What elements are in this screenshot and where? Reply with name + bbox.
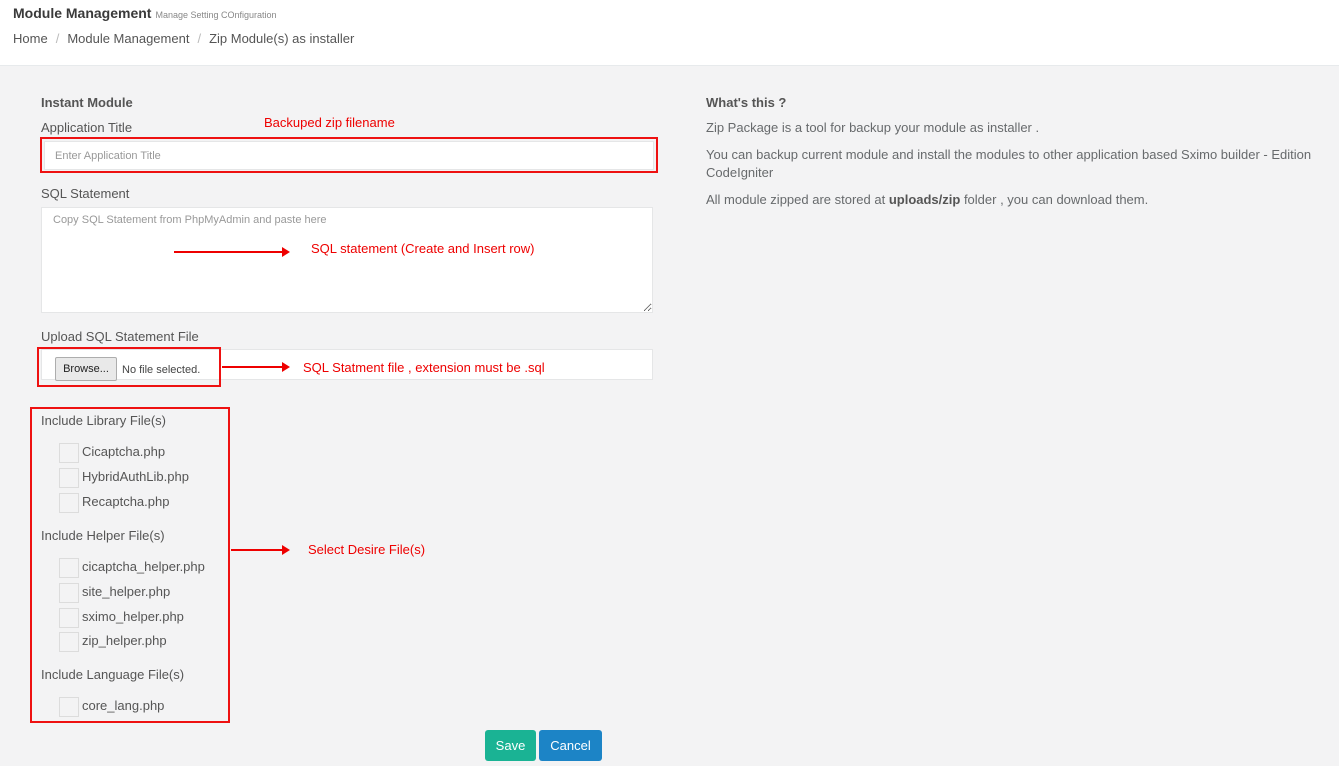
breadcrumb-module-management[interactable]: Module Management: [67, 31, 189, 46]
page-header: Module Management Manage Setting COnfigur…: [0, 0, 1339, 66]
breadcrumb-current: Zip Module(s) as installer: [209, 31, 355, 46]
annotation-zip-filename: Backuped zip filename: [264, 115, 395, 130]
help-paragraph-1: Zip Package is a tool for backup your mo…: [706, 120, 1040, 135]
breadcrumb-home[interactable]: Home: [13, 31, 48, 46]
help-paragraph-3: All module zipped are stored at uploads/…: [706, 191, 1148, 209]
annotation-box-file: [37, 347, 221, 387]
cancel-button[interactable]: Cancel: [539, 730, 602, 761]
form-section-title: Instant Module: [41, 95, 133, 110]
annotation-select-files: Select Desire File(s): [308, 542, 426, 557]
save-button[interactable]: Save: [485, 730, 536, 761]
page-title-text: Module Management: [13, 5, 152, 21]
help-paragraph-2: You can backup current module and instal…: [706, 147, 1312, 180]
breadcrumb-separator: /: [197, 31, 202, 46]
sql-statement-label: SQL Statement: [41, 186, 130, 201]
breadcrumb-separator: /: [55, 31, 60, 46]
help-path: uploads/zip: [888, 192, 961, 207]
help-title: What's this ?: [706, 95, 787, 110]
annotation-sql-file: SQL Statment file , extension must be .s…: [303, 360, 545, 375]
breadcrumb: Home / Module Management / Zip Module(s) as …: [13, 31, 354, 46]
sql-statement-textarea[interactable]: [41, 207, 653, 313]
annotation-arrow-files: [231, 545, 290, 555]
annotation-arrow-sql: [174, 247, 290, 257]
annotation-box-title: [40, 137, 658, 173]
page-title: Module Management Manage Setting COnfigur…: [13, 5, 277, 21]
help-text: All module zipped are stored at: [706, 192, 889, 207]
page-subtitle: Manage Setting COnfiguration: [155, 10, 277, 20]
help-text: folder , you can download them.: [960, 192, 1149, 207]
upload-sql-label: Upload SQL Statement File: [41, 329, 199, 344]
annotation-box-files: [30, 407, 230, 723]
app-title-label: Application Title: [41, 120, 133, 135]
annotation-sql-statement: SQL statement (Create and Insert row): [311, 241, 535, 256]
annotation-arrow-file: [222, 362, 290, 372]
